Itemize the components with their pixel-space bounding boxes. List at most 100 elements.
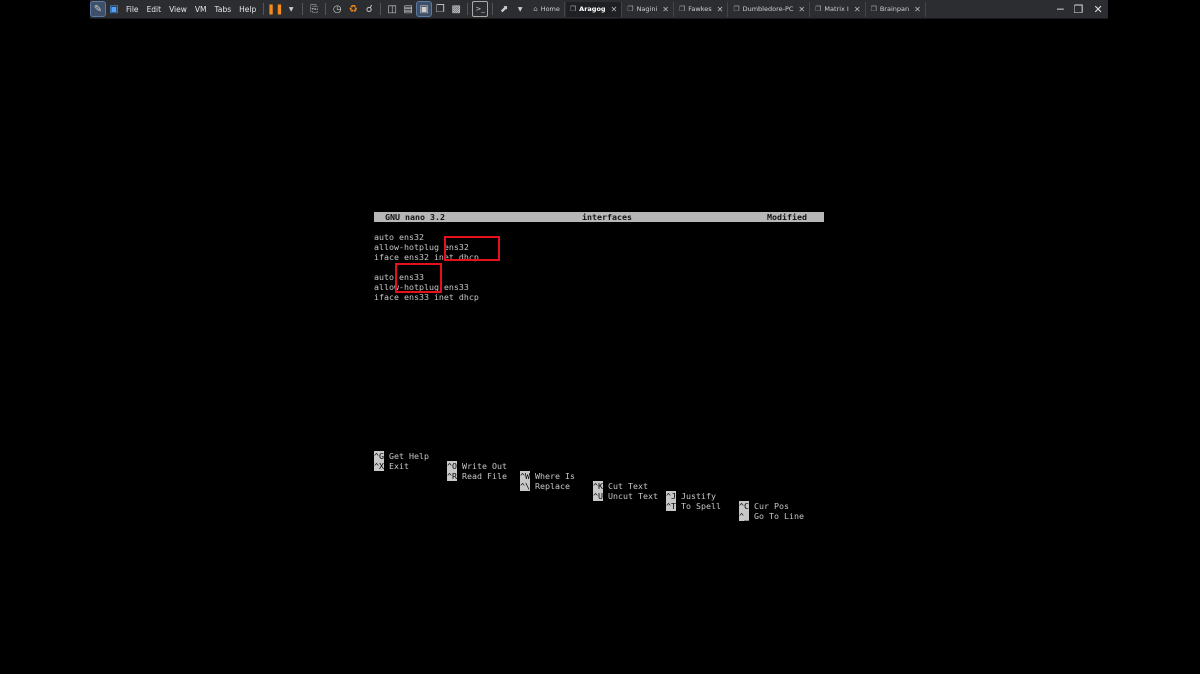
shortcut-label: Get Help [389,451,429,461]
shortcut-write-out: ^O Write Out [447,461,507,471]
shortcut-key: ^J [666,491,676,501]
vm-icon: ❐ [627,5,634,13]
shortcut-label: Replace [535,481,570,491]
tab-label: Dumbledore-PC [742,5,794,13]
tab-matrix-i[interactable]: ❐ Matrix I ✕ [811,1,866,17]
shortcut-label: Where Is [535,471,575,481]
unity-icon[interactable]: ❐ [433,2,447,16]
autofit-icon[interactable]: ▩ [449,2,463,16]
close-window-icon[interactable]: ✕ [1094,3,1103,16]
window-controls: ─ ❐ ✕ [1052,0,1108,18]
toolbar-separator [380,3,382,15]
tab-dumbledore-pc[interactable]: ❐ Dumbledore-PC ✕ [729,1,811,17]
menu-edit[interactable]: Edit [143,5,166,14]
snapshot-icon[interactable]: ◷ [330,2,344,16]
shortcut-label: Read File [462,471,507,481]
toolbar-separator [302,3,304,15]
shortcut-read-file: ^R Read File [447,471,507,481]
shortcut-cut-text: ^K Cut Text [593,481,648,491]
shortcut-label: Cur Pos [754,501,789,511]
nano-filename: interfaces [582,212,632,222]
shortcut-label: To Spell [681,501,721,511]
full-screen-icon[interactable]: ▣ [416,1,433,17]
menu-file[interactable]: File [122,5,143,14]
shortcut-label: Cut Text [608,481,648,491]
tab-brainpan[interactable]: ❐ Brainpan ✕ [866,1,926,17]
vm-icon: ❐ [733,5,740,13]
close-icon[interactable]: ✕ [611,5,618,14]
nano-modified-status: Modified [767,212,807,222]
shortcut-uncut-text: ^U Uncut Text [593,491,658,501]
minimize-icon[interactable]: ─ [1057,3,1064,16]
toolbar-separator [467,3,469,15]
tab-nagini[interactable]: ❐ Nagini ✕ [623,1,674,17]
tab-label: Matrix I [824,5,849,13]
shortcut-justify: ^J Justify [666,491,716,501]
highlight-box-ens33 [395,263,442,293]
revert-snapshot-icon[interactable]: ♻ [346,2,360,16]
shortcut-key: ^_ [739,511,749,521]
vm-icon: ❐ [815,5,822,13]
tab-label: Home [540,5,560,13]
vm-icon: ❐ [569,5,577,13]
toolbar-separator [325,3,327,15]
shortcut-go-to-line: ^_ Go To Line [739,511,804,521]
shortcut-key: ^K [593,481,603,491]
shortcut-key: ^R [447,471,457,481]
nano-title-bar: GNU nano 3.2 interfaces Modified [374,212,824,222]
shortcut-key: ^\ [520,481,530,491]
shortcut-exit: ^X Exit [374,461,409,471]
thumbnail-bar-icon[interactable]: ▤ [401,2,415,16]
shortcut-label: Go To Line [754,511,804,521]
file-line-1: auto ens32 [374,232,424,242]
close-icon[interactable]: ✕ [717,5,724,14]
close-icon[interactable]: ✕ [914,5,921,14]
restore-icon[interactable]: ❐ [1074,3,1084,16]
shortcut-label: Uncut Text [608,491,658,501]
send-ctrl-alt-del-icon[interactable]: ⎘ [307,2,321,16]
nano-version: GNU nano 3.2 [385,212,445,222]
vmware-toolbar: ✎ ▣ File Edit View VM Tabs Help ❚❚ ▼ ⎘ ◷… [90,0,1108,19]
shortcut-cur-pos: ^C Cur Pos [739,501,789,511]
toolbar-separator [263,3,265,15]
shortcut-key: ^X [374,461,384,471]
menu-vm[interactable]: VM [191,5,211,14]
shortcut-key: ^T [666,501,676,511]
vm-icon: ❐ [870,5,877,13]
highlight-box-ens32 [444,236,500,261]
vm-icon: ❐ [678,5,686,13]
shortcut-label: Write Out [462,461,507,471]
shortcut-label: Justify [681,491,716,501]
shortcut-to-spell: ^T To Spell [666,501,721,511]
shortcut-label: Exit [389,461,409,471]
home-icon: ⌂ [533,5,538,13]
toolbar-separator [492,3,494,15]
shortcut-key: ^U [593,491,603,501]
tab-aragog[interactable]: ❐ Aragog ✕ [565,1,623,17]
chevron-down-icon[interactable]: ▼ [513,2,527,16]
vmware-logo-icon: ▣ [109,3,119,15]
close-icon[interactable]: ✕ [854,5,861,14]
stretch-guest-icon[interactable]: ⬈ [497,2,511,16]
shortcut-replace: ^\ Replace [520,481,570,491]
chevron-down-icon[interactable]: ▼ [284,2,298,16]
tab-fawkes[interactable]: ❐ Fawkes ✕ [674,1,729,17]
tab-home[interactable]: ⌂ Home [529,1,565,17]
guest-console[interactable]: GNU nano 3.2 interfaces Modified auto en… [374,211,825,521]
menu-tabs[interactable]: Tabs [211,5,236,14]
shortcut-key: ^O [447,461,457,471]
pause-icon[interactable]: ❚❚ [267,2,284,16]
pin-icon[interactable]: ✎ [90,1,106,17]
menu-view[interactable]: View [165,5,191,14]
close-icon[interactable]: ✕ [662,5,669,14]
close-icon[interactable]: ✕ [798,5,805,14]
shortcut-row-2: ^X Exit ^R Read File ^\ Replace ^U Uncut… [374,451,804,531]
console-view-icon[interactable]: >_ [472,1,489,17]
shortcut-where-is: ^W Where Is [520,471,575,481]
menu-help[interactable]: Help [235,5,260,14]
tab-label: Aragog [579,5,606,13]
shortcut-key: ^W [520,471,530,481]
tab-label: Fawkes [688,5,712,13]
library-icon[interactable]: ◫ [385,2,399,16]
snapshot-manager-icon[interactable]: ☌ [362,2,376,16]
